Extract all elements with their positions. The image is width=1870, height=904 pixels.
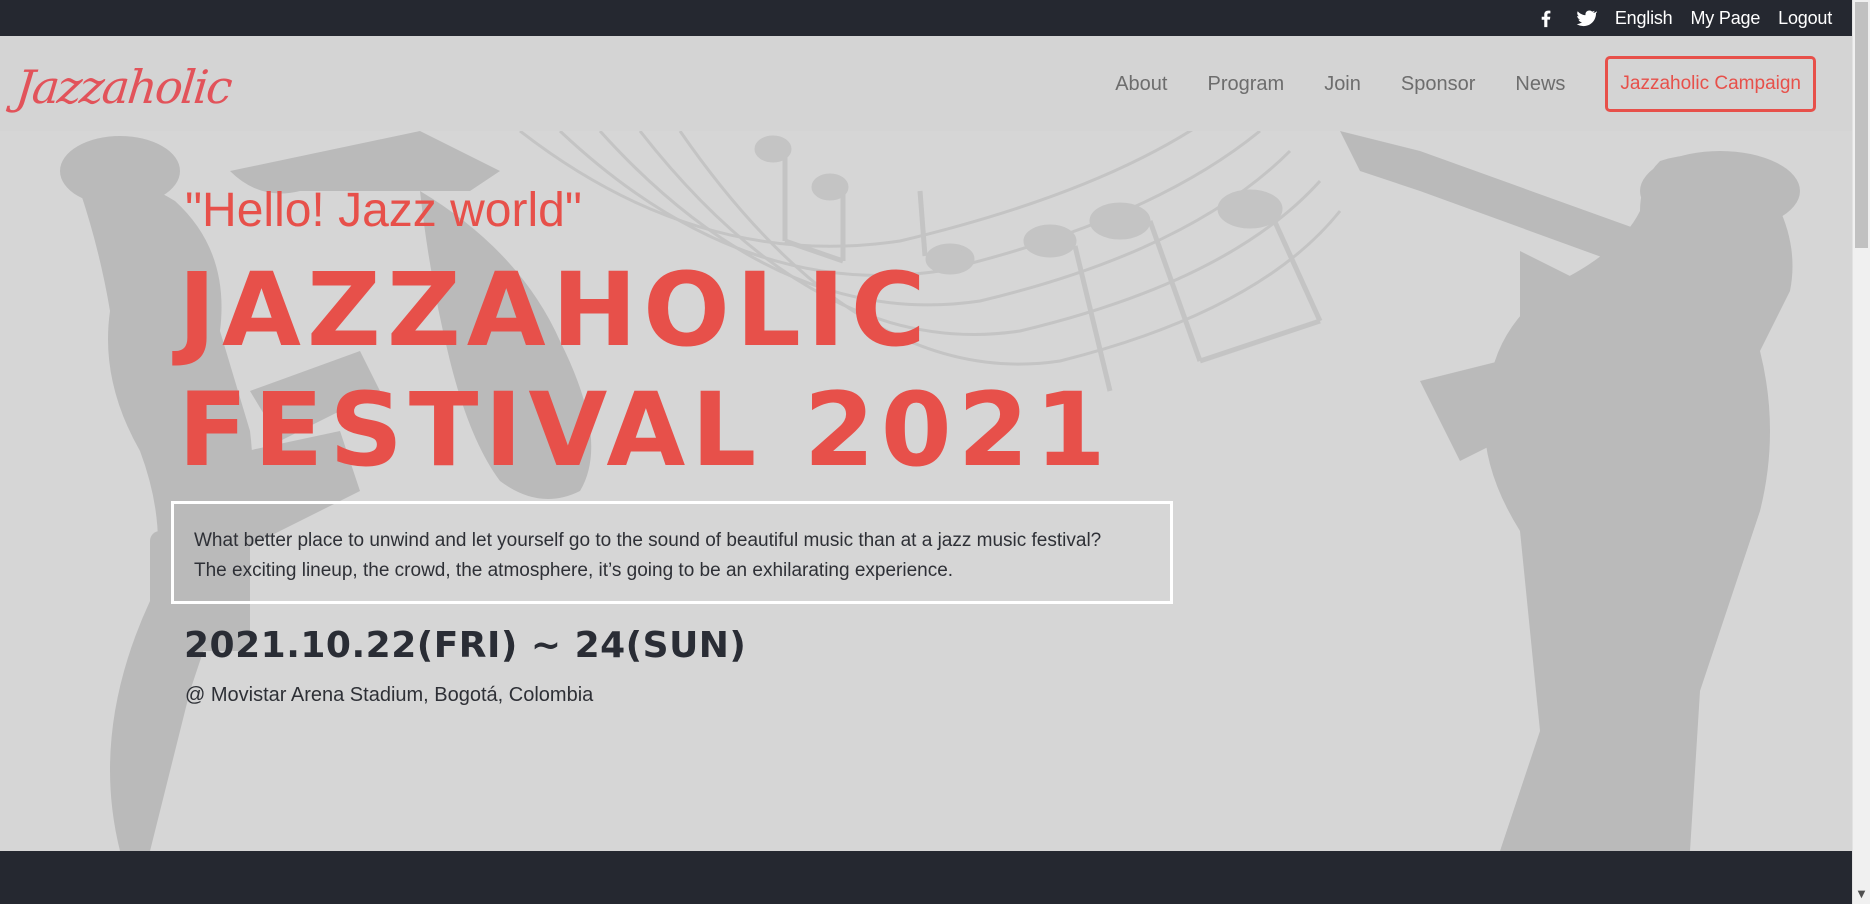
campaign-button[interactable]: Jazzaholic Campaign xyxy=(1605,56,1816,112)
hero-section: "Hello! Jazz world" JAZZAHOLIC FESTIVAL … xyxy=(0,131,1852,851)
hero-description-line1: What better place to unwind and let your… xyxy=(194,530,1102,551)
language-link[interactable]: English xyxy=(1615,8,1673,29)
nav-program[interactable]: Program xyxy=(1207,73,1284,96)
mypage-link[interactable]: My Page xyxy=(1691,8,1761,29)
scrollbar-thumb[interactable] xyxy=(1855,2,1868,248)
logout-link[interactable]: Logout xyxy=(1778,8,1832,29)
festival-venue: @ Movistar Arena Stadium, Bogotá, Colomb… xyxy=(185,684,594,706)
nav-about[interactable]: About xyxy=(1115,73,1167,96)
hero-title-line1: JAZZAHOLIC xyxy=(178,251,932,370)
main-header: Jazzaholic About Program Join Sponsor Ne… xyxy=(0,36,1852,131)
hero-title: JAZZAHOLIC FESTIVAL 2021 xyxy=(178,251,1112,491)
main-nav: About Program Join Sponsor News Jazzahol… xyxy=(1115,55,1816,113)
footer-bar xyxy=(0,851,1852,904)
twitter-icon[interactable] xyxy=(1575,7,1597,29)
facebook-icon[interactable] xyxy=(1535,7,1557,29)
hero-description-box: What better place to unwind and let your… xyxy=(171,501,1173,604)
vertical-scrollbar[interactable]: ▼ xyxy=(1852,0,1870,904)
hero-description-line2: The exciting lineup, the crowd, the atmo… xyxy=(194,560,954,581)
utility-links: English My Page Logout xyxy=(1535,0,1832,36)
hero-background-art xyxy=(60,131,1800,851)
nav-sponsor[interactable]: Sponsor xyxy=(1401,73,1476,96)
festival-date: 2021.10.22(FRI) ~ 24(SUN) xyxy=(184,625,747,666)
scroll-down-arrow-icon[interactable]: ▼ xyxy=(1853,886,1870,902)
hero-title-line2: FESTIVAL 2021 xyxy=(178,371,1112,490)
site-logo[interactable]: Jazzaholic xyxy=(13,50,233,120)
nav-join[interactable]: Join xyxy=(1324,73,1361,96)
top-utility-bar: English My Page Logout xyxy=(0,0,1852,36)
hero-tagline: "Hello! Jazz world" xyxy=(185,184,582,237)
nav-news[interactable]: News xyxy=(1515,73,1565,96)
logo-text: Jazzaholic xyxy=(13,60,234,114)
